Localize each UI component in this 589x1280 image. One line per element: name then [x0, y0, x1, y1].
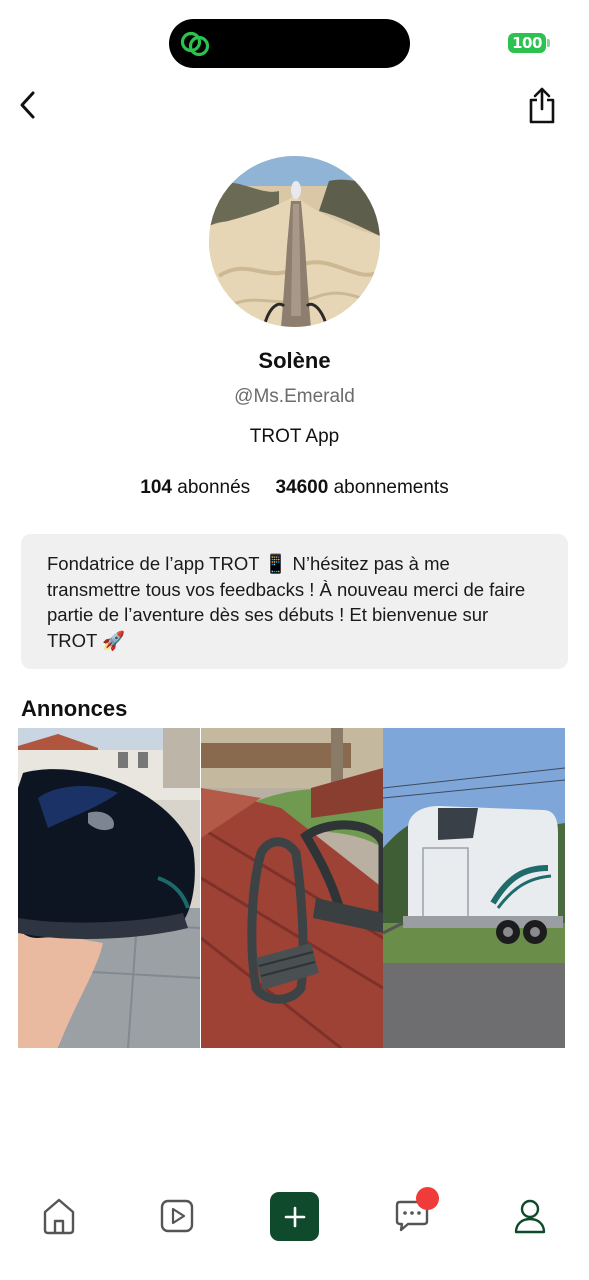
back-button[interactable] — [8, 84, 48, 126]
following-count: 34600 — [275, 477, 329, 498]
battery-level: 100 — [508, 33, 546, 53]
followers-count: 104 — [140, 477, 172, 498]
share-icon — [529, 87, 555, 124]
dynamic-island — [169, 19, 410, 68]
helmet-photo — [18, 728, 200, 1048]
followers-stat[interactable]: 104 abonnés — [140, 477, 250, 499]
listing-item-stirrups[interactable] — [200, 728, 383, 1048]
share-button[interactable] — [520, 82, 564, 128]
profile-stats: 104 abonnés 34600 abonnements — [0, 477, 589, 499]
horse-trailer-photo — [383, 728, 565, 1048]
following-label: abonnements — [333, 477, 449, 498]
profile-handle: @Ms.Emerald — [234, 386, 355, 407]
listing-item-helmet[interactable] — [18, 728, 200, 1048]
bottom-nav — [0, 1180, 589, 1252]
listing-item-trailer[interactable] — [383, 728, 565, 1048]
home-icon — [43, 1198, 75, 1235]
profile-name: Solène — [258, 348, 331, 373]
nav-home[interactable] — [35, 1192, 83, 1240]
stirrups-photo — [200, 728, 383, 1048]
bio-box: Fondatrice de l’app TROT 📱 N’hésitez pas… — [21, 534, 568, 669]
avatar-photo — [209, 156, 380, 327]
bio-text: Fondatrice de l’app TROT 📱 N’hésitez pas… — [47, 553, 526, 651]
notification-badge — [416, 1187, 439, 1210]
followers-label: abonnés — [177, 477, 251, 498]
listings-title: Annonces — [21, 696, 128, 721]
link-icon — [180, 31, 210, 57]
user-icon — [514, 1199, 546, 1234]
nav-videos[interactable] — [153, 1192, 201, 1240]
battery-indicator: 100 — [508, 33, 550, 53]
play-icon — [160, 1199, 194, 1233]
avatar[interactable] — [209, 156, 380, 327]
listings-grid — [18, 728, 565, 1048]
following-stat[interactable]: 34600 abonnements — [275, 477, 448, 499]
profile-subtitle: TROT App — [249, 426, 340, 447]
chevron-left-icon — [20, 91, 35, 119]
add-listing-button[interactable] — [270, 1192, 319, 1241]
nav-profile[interactable] — [506, 1192, 554, 1240]
plus-icon — [284, 1206, 305, 1227]
